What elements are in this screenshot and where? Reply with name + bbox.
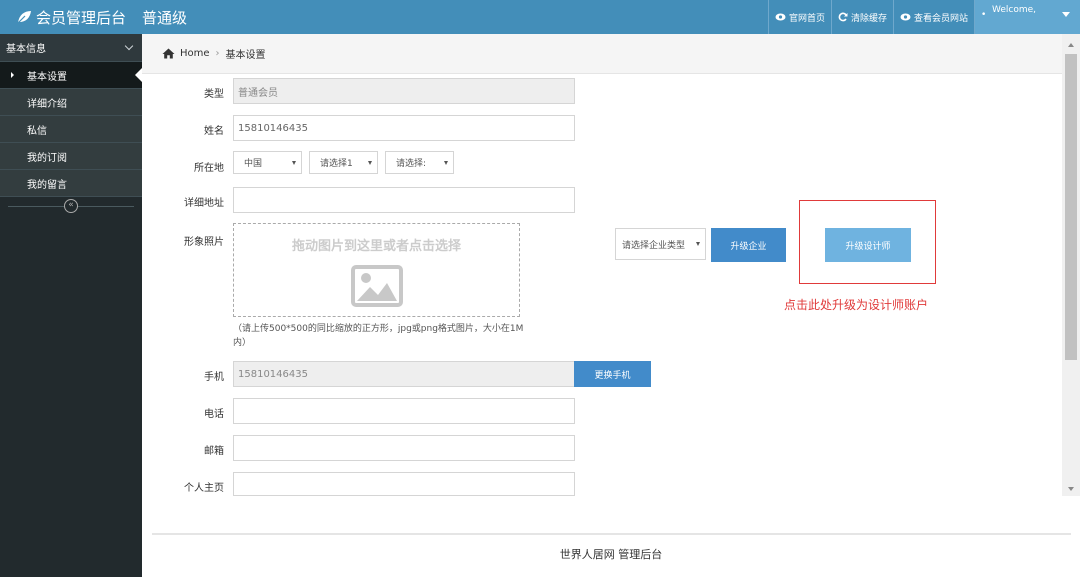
caret-down-icon: [696, 242, 700, 246]
country-select-value: 中国: [244, 159, 263, 169]
sidebar-item-label: 私信: [27, 125, 47, 137]
photo-upload-hint: （请上传500*500的同比缩放的正方形，jpg或png格式图片，大小在1M内）: [233, 324, 524, 348]
country-select[interactable]: 中国: [233, 151, 302, 174]
change-mobile-button[interactable]: 更换手机: [574, 361, 651, 387]
page-scrollbar[interactable]: [1062, 34, 1080, 496]
brand[interactable]: 会员管理后台 普通级: [16, 6, 187, 28]
user-dot: •: [981, 10, 987, 20]
mobile-label: 手机: [204, 372, 224, 383]
name-label: 姓名: [204, 126, 224, 137]
caret-down-icon: [368, 161, 372, 165]
sidebar-item-my-comments[interactable]: 我的留言: [0, 170, 142, 197]
sidebar-item-label: 详细介绍: [27, 98, 67, 110]
eye-icon: [775, 13, 786, 21]
enterprise-type-value: 请选择企业类型: [622, 240, 686, 251]
photo-dropzone[interactable]: 拖动图片到这里或者点击选择: [233, 223, 520, 317]
email-label: 邮箱: [204, 446, 224, 457]
annotation-text: 点击此处升级为设计师账户: [784, 298, 929, 312]
clear-cache-label: 清除缓存: [850, 13, 887, 24]
breadcrumb-current: 基本设置: [225, 50, 266, 61]
location-label: 所在地: [194, 163, 224, 174]
caret-down-icon: [1062, 12, 1070, 17]
refresh-icon: [838, 12, 848, 22]
province-select[interactable]: 请选择1: [309, 151, 378, 174]
city-select-value: 请选择:: [396, 159, 427, 169]
upgrade-enterprise-button[interactable]: 升级企业: [711, 228, 786, 262]
top-navbar: 会员管理后台 普通级 官网首页 清除缓存 查看会员网站 • Welcome,: [0, 0, 1080, 34]
sidebar-item-detail-intro[interactable]: 详细介绍: [0, 89, 142, 116]
address-field[interactable]: [233, 187, 575, 213]
sidebar-item-label: 我的留言: [27, 179, 67, 191]
leaf-icon: [17, 11, 31, 24]
dropzone-text: 拖动图片到这里或者点击选择: [291, 239, 461, 254]
mobile-field: 15810146435: [233, 361, 575, 387]
phone-field[interactable]: [233, 398, 575, 424]
app-title: 会员管理后台: [36, 8, 127, 27]
city-select[interactable]: 请选择:: [385, 151, 454, 174]
home-icon: [162, 48, 175, 59]
footer-divider: [152, 533, 1071, 535]
sidebar: 基本信息 基本设置 详细介绍 私信 我的订阅 我的留言 «: [0, 34, 143, 577]
email-field[interactable]: [233, 435, 575, 461]
footer-text: 世界人居网 管理后台: [559, 548, 663, 561]
image-icon: [351, 265, 403, 307]
homepage-label: 个人主页: [184, 483, 224, 494]
scroll-up-icon[interactable]: [1068, 43, 1074, 47]
sidebar-section-title: 基本信息: [6, 44, 46, 55]
breadcrumb-home-link[interactable]: Home: [180, 48, 210, 59]
view-member-site-label: 查看会员网站: [913, 13, 968, 24]
eye-icon: [900, 13, 911, 21]
province-select-value: 请选择1: [320, 159, 353, 169]
member-level: 普通级: [142, 8, 188, 27]
type-field: 普通会员: [233, 78, 575, 104]
sidebar-item-subscriptions[interactable]: 我的订阅: [0, 143, 142, 170]
caret-down-icon: [444, 161, 448, 165]
name-field[interactable]: 15810146435: [233, 115, 575, 141]
homepage-field[interactable]: [233, 472, 575, 496]
sidebar-item-messages[interactable]: 私信: [0, 116, 142, 143]
breadcrumb-separator: ›: [215, 48, 220, 59]
annotation-highlight-box: [799, 200, 936, 284]
sidebar-section-basic-info[interactable]: 基本信息: [0, 34, 142, 62]
address-label: 详细地址: [184, 198, 224, 209]
enterprise-type-select[interactable]: 请选择企业类型: [615, 228, 706, 260]
caret-down-icon: [292, 161, 296, 165]
scroll-thumb[interactable]: [1065, 54, 1077, 360]
photo-label: 形象照片: [184, 237, 224, 248]
caret-right-icon: [11, 72, 14, 78]
sidebar-collapse-button[interactable]: «: [64, 199, 78, 213]
user-menu[interactable]: • Welcome,: [974, 0, 1080, 34]
official-site-button[interactable]: 官网首页: [767, 0, 831, 34]
sidebar-item-basic-settings[interactable]: 基本设置: [0, 62, 143, 89]
type-label: 类型: [204, 89, 224, 100]
view-member-site-button[interactable]: 查看会员网站: [892, 0, 974, 34]
chevron-down-icon: [124, 41, 134, 51]
phone-label: 电话: [204, 409, 224, 420]
official-site-label: 官网首页: [788, 13, 825, 24]
scroll-down-icon[interactable]: [1068, 487, 1074, 491]
sidebar-collapse-bar: «: [0, 197, 142, 217]
clear-cache-button[interactable]: 清除缓存: [830, 0, 893, 34]
user-welcome: Welcome,: [992, 5, 1037, 15]
breadcrumb: Home › 基本设置: [142, 34, 1062, 74]
sidebar-item-label: 我的订阅: [27, 152, 67, 164]
sidebar-item-label: 基本设置: [27, 71, 67, 83]
